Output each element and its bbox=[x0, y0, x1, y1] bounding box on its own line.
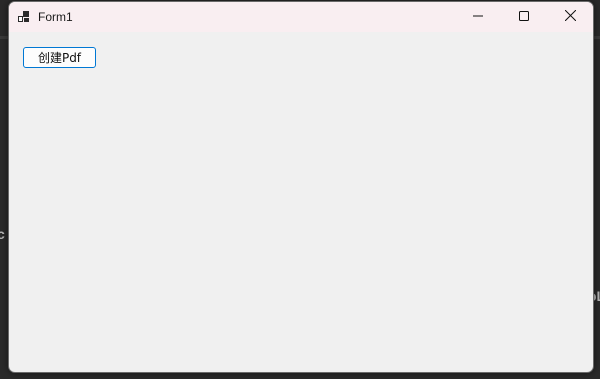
maximize-icon bbox=[519, 8, 529, 26]
maximize-button[interactable] bbox=[501, 2, 547, 32]
title-bar[interactable]: Form1 bbox=[9, 2, 593, 32]
form-window: Form1 创建Pdf bbox=[8, 1, 594, 373]
close-icon bbox=[564, 8, 576, 26]
window-title: Form1 bbox=[38, 10, 73, 24]
minimize-button[interactable] bbox=[455, 2, 501, 32]
minimize-icon bbox=[473, 8, 483, 26]
close-button[interactable] bbox=[547, 2, 593, 32]
background-text-left: c bbox=[0, 226, 5, 242]
create-pdf-button[interactable]: 创建Pdf bbox=[23, 47, 96, 68]
app-icon bbox=[18, 10, 30, 22]
